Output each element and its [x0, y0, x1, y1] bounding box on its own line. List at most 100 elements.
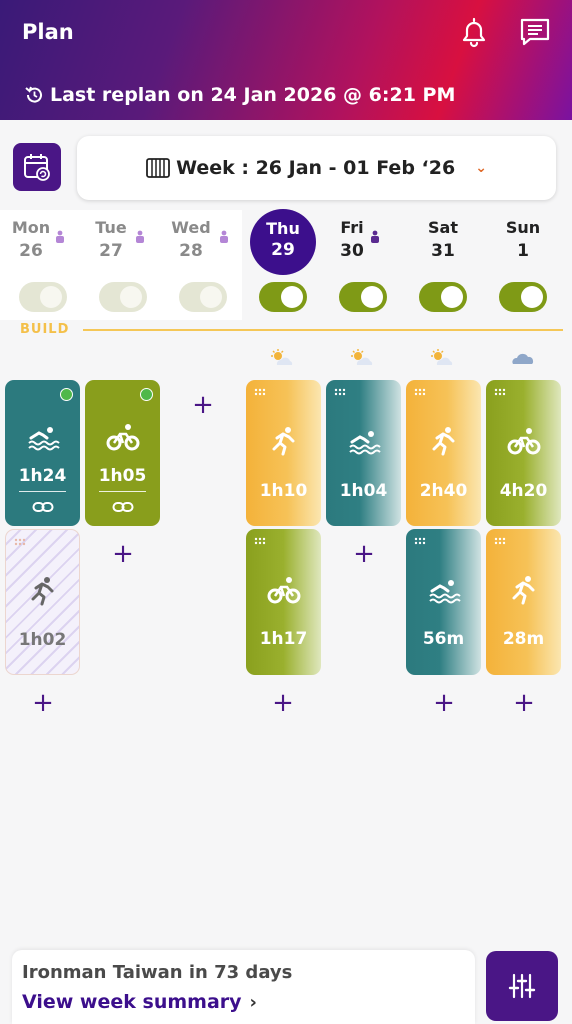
chevron-right-icon: › [249, 992, 257, 1013]
drag-handle-icon[interactable] [254, 388, 266, 396]
run-icon [512, 576, 534, 605]
drag-handle-icon[interactable] [494, 388, 506, 396]
race-summary-card[interactable]: Ironman Taiwan in 73 days View week summ… [12, 950, 475, 1024]
link-icon [112, 502, 133, 512]
swim-icon [428, 580, 461, 604]
run-icon [31, 577, 53, 606]
day-header-thu-today[interactable]: Thu 29 [250, 209, 316, 275]
chevron-down-icon: ⌄ [475, 160, 487, 176]
workout-card-swim[interactable]: 56m [406, 529, 481, 675]
workout-card-swim[interactable]: 1h04 [326, 380, 401, 526]
add-workout-button[interactable]: + [191, 392, 215, 418]
last-replan-text: Last replan on 24 Jan 2026 @ 6:21 PM [50, 84, 456, 106]
coach-person-icon [136, 230, 144, 243]
day-header-sun[interactable]: Sun 1 [484, 218, 562, 261]
add-workout-button[interactable]: + [271, 690, 295, 716]
completed-status-dot [60, 388, 73, 401]
workout-duration: 1h04 [339, 481, 388, 501]
history-icon [25, 86, 42, 103]
page-title: Plan [22, 20, 74, 44]
day-toggle-mon[interactable] [19, 282, 67, 312]
day-number: 30 [340, 241, 364, 261]
add-workout-button[interactable]: + [111, 541, 135, 567]
workout-duration: 56m [422, 629, 465, 649]
workout-duration: 1h24 [18, 466, 67, 486]
swim-icon [27, 427, 60, 451]
day-toggle-wed[interactable] [179, 282, 227, 312]
day-number: 31 [431, 241, 455, 261]
partly-sunny-icon [351, 349, 373, 365]
workout-card-run[interactable]: 2h40 [406, 380, 481, 526]
week-label: Week : 26 Jan - 01 Feb ‘26 [176, 157, 456, 179]
day-header-mon[interactable]: Mon 26 [0, 218, 70, 261]
drag-handle-icon[interactable] [254, 537, 266, 545]
drag-handle-icon[interactable] [334, 388, 346, 396]
divider [19, 491, 66, 492]
header: Plan Last replan on 24 Jan 2026 @ 6:21 P… [0, 0, 572, 120]
day-toggle-thu[interactable] [259, 282, 307, 312]
coach-person-icon [371, 230, 379, 243]
drag-handle-icon[interactable] [414, 388, 426, 396]
divider [99, 491, 146, 492]
day-toggle-sun[interactable] [499, 282, 547, 312]
day-header-sat[interactable]: Sat 31 [404, 218, 482, 261]
workout-duration: 4h20 [499, 481, 548, 501]
week-selector[interactable]: Week : 26 Jan - 01 Feb ‘26 ⌄ [77, 136, 556, 200]
workout-duration: 1h17 [259, 629, 308, 649]
workout-card-run-missed[interactable]: 1h02 [5, 529, 80, 675]
partly-sunny-icon [431, 349, 453, 365]
day-toggle-sat[interactable] [419, 282, 467, 312]
day-header-wed[interactable]: Wed 28 [152, 218, 230, 261]
day-toggle-tue[interactable] [99, 282, 147, 312]
last-replan: Last replan on 24 Jan 2026 @ 6:21 PM [24, 84, 455, 106]
workout-duration: 1h05 [98, 466, 147, 486]
add-workout-button[interactable]: + [31, 690, 55, 716]
add-workout-button[interactable]: + [352, 541, 376, 567]
day-number: 29 [271, 240, 295, 260]
phase-line [83, 329, 563, 331]
day-number: 27 [99, 241, 123, 261]
day-name: Sat [428, 218, 458, 237]
workout-duration: 2h40 [419, 481, 468, 501]
completed-status-dot [140, 388, 153, 401]
workout-card-run[interactable]: 28m [486, 529, 561, 675]
link-icon [32, 502, 53, 512]
workout-duration: 1h02 [18, 630, 67, 650]
day-toggle-fri[interactable] [339, 282, 387, 312]
drag-handle-icon[interactable] [494, 537, 506, 545]
replan-calendar-button[interactable] [13, 143, 61, 191]
day-name: Sun [505, 218, 541, 237]
bike-icon [507, 428, 540, 455]
workout-duration: 1h10 [259, 481, 308, 501]
calendar-refresh-icon [24, 154, 50, 181]
drag-handle-icon[interactable] [14, 538, 26, 546]
workout-duration: 28m [502, 629, 545, 649]
day-number: 28 [179, 241, 203, 261]
phase-label: BUILD [20, 322, 70, 337]
week-columns-icon [146, 158, 170, 178]
sliders-icon [508, 973, 536, 999]
coach-person-icon [56, 230, 64, 243]
swim-icon [348, 431, 381, 455]
workout-card-bike[interactable]: 1h17 [246, 529, 321, 675]
view-week-summary-link[interactable]: View week summary › [22, 991, 257, 1013]
add-workout-button[interactable]: + [512, 690, 536, 716]
adjust-settings-button[interactable] [486, 951, 558, 1021]
add-workout-button[interactable]: + [432, 690, 456, 716]
day-header-fri[interactable]: Fri 30 [313, 218, 391, 261]
day-header-tue[interactable]: Tue 27 [72, 218, 150, 261]
coach-person-icon [220, 230, 228, 243]
workout-card-bike[interactable]: 1h05 [85, 380, 160, 526]
chat-icon[interactable] [518, 16, 552, 48]
workout-card-bike[interactable]: 4h20 [486, 380, 561, 526]
day-number: 26 [19, 241, 43, 261]
bell-icon[interactable] [458, 16, 490, 48]
drag-handle-icon[interactable] [414, 537, 426, 545]
day-name: Thu [266, 219, 300, 238]
race-countdown: Ironman Taiwan in 73 days [22, 962, 293, 983]
workout-card-run[interactable]: 1h10 [246, 380, 321, 526]
workout-card-swim[interactable]: 1h24 [5, 380, 80, 526]
day-number: 1 [517, 241, 529, 261]
bike-icon [106, 424, 139, 451]
run-icon [272, 427, 294, 456]
